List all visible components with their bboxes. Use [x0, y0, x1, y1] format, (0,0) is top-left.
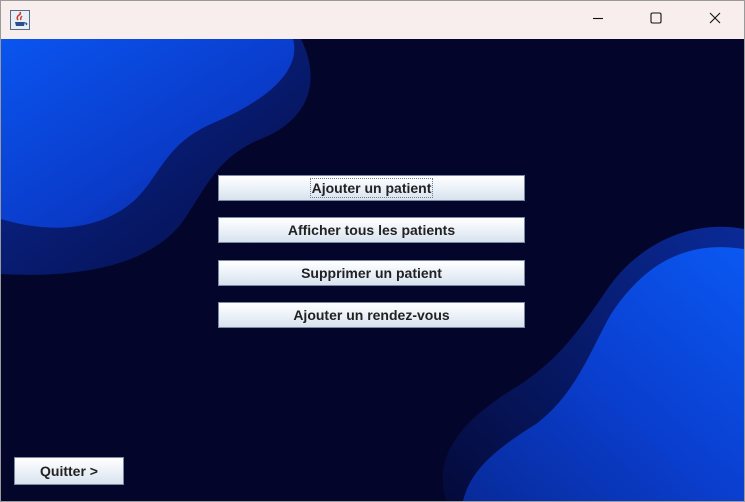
list-patients-button[interactable]: Afficher tous les patients	[218, 217, 525, 243]
add-patient-label: Ajouter un patient	[309, 178, 434, 198]
minimize-button[interactable]	[569, 1, 627, 39]
minimize-icon	[592, 11, 604, 29]
add-appointment-label: Ajouter un rendez-vous	[293, 307, 450, 323]
list-patients-label: Afficher tous les patients	[287, 222, 456, 238]
maximize-button[interactable]	[627, 1, 685, 39]
add-patient-button[interactable]: Ajouter un patient	[218, 175, 525, 201]
quit-label: Quitter >	[40, 463, 98, 479]
maximize-icon	[650, 11, 662, 29]
java-cup-icon[interactable]	[10, 10, 30, 30]
close-icon	[709, 11, 721, 29]
close-button[interactable]	[686, 1, 744, 39]
app-window: Ajouter un patient Afficher tous les pat…	[0, 0, 745, 502]
add-appointment-button[interactable]: Ajouter un rendez-vous	[218, 302, 525, 328]
title-bar	[1, 1, 744, 39]
delete-patient-button[interactable]: Supprimer un patient	[218, 260, 525, 286]
delete-patient-label: Supprimer un patient	[301, 265, 442, 281]
quit-button[interactable]: Quitter >	[14, 457, 124, 485]
main-panel: Ajouter un patient Afficher tous les pat…	[1, 39, 744, 501]
